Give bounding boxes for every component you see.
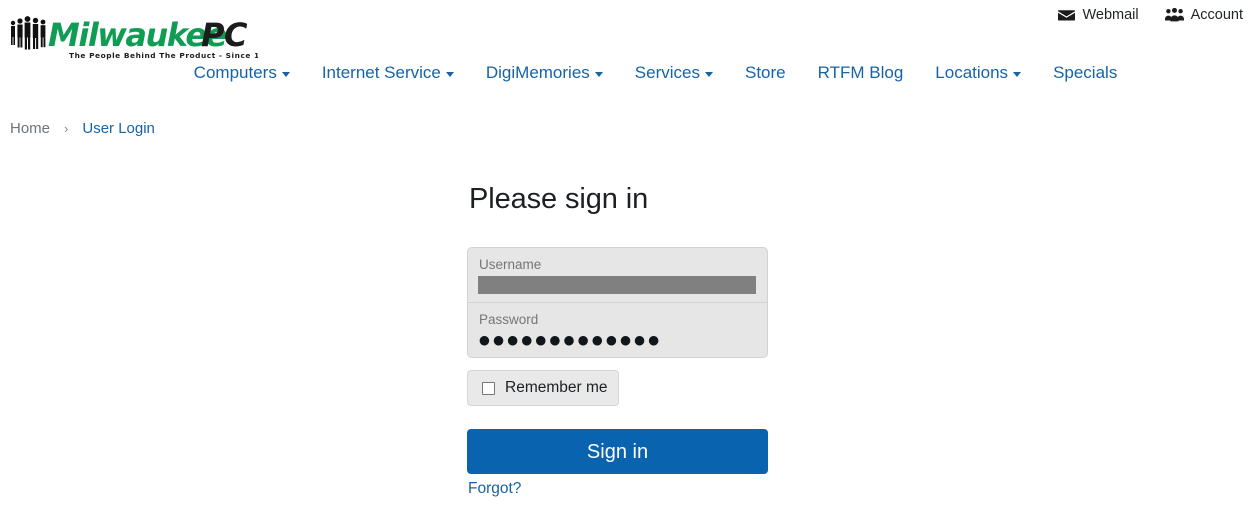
- page-title: Please sign in: [469, 183, 649, 215]
- account-label: Account: [1190, 7, 1243, 23]
- remember-me-toggle[interactable]: Remember me: [467, 370, 619, 406]
- signin-form: Please sign in Username Password ●●●●●●●…: [467, 185, 768, 498]
- nav-label: DigiMemories: [485, 63, 590, 82]
- password-input[interactable]: ●●●●●●●●●●●●●: [479, 331, 756, 349]
- breadcrumb: Home › User Login: [10, 120, 155, 137]
- milwaukee-pc-logo-graphic: Milwaukee PC The People Behind The Produ…: [10, 16, 276, 60]
- breadcrumb-user-login[interactable]: User Login: [82, 120, 155, 137]
- nav-label: RTFM Blog: [817, 63, 904, 82]
- webmail-label: Webmail: [1082, 7, 1139, 23]
- site-logo[interactable]: Milwaukee PC The People Behind The Produ…: [8, 10, 276, 62]
- breadcrumb-home[interactable]: Home: [10, 120, 50, 137]
- envelope-icon: [1058, 9, 1076, 22]
- nav-label: Services: [634, 63, 700, 82]
- chevron-down-icon: [704, 72, 713, 77]
- username-input[interactable]: [478, 276, 756, 294]
- password-label: Password: [479, 312, 539, 327]
- utility-bar: Webmail Account: [1058, 8, 1243, 23]
- nav-label: Locations: [935, 63, 1009, 82]
- people-silhouettes-icon: [10, 16, 46, 50]
- nav-item-internet-service[interactable]: Internet Service: [306, 60, 470, 86]
- nav-item-locations[interactable]: Locations: [919, 60, 1037, 86]
- nav-item-store[interactable]: Store: [729, 60, 802, 86]
- username-field[interactable]: Username: [467, 247, 768, 303]
- nav-label: Internet Service: [321, 63, 441, 82]
- users-icon: [1164, 8, 1184, 22]
- remember-me-label: Remember me: [505, 379, 608, 397]
- svg-text:Milwaukee: Milwaukee: [48, 16, 227, 54]
- username-label: Username: [479, 257, 542, 272]
- account-link[interactable]: Account: [1164, 7, 1243, 23]
- chevron-down-icon: [594, 72, 603, 77]
- chevron-down-icon: [1013, 72, 1022, 77]
- forgot-password-link[interactable]: Forgot?: [468, 480, 521, 498]
- nav-label: Computers: [193, 63, 277, 82]
- nav-item-rtfm-blog[interactable]: RTFM Blog: [802, 60, 920, 86]
- nav-label: Store: [744, 63, 786, 82]
- breadcrumb-separator: ›: [64, 121, 69, 136]
- nav-item-specials[interactable]: Specials: [1037, 60, 1133, 86]
- nav-item-computers[interactable]: Computers: [178, 60, 306, 86]
- nav-item-digimemories[interactable]: DigiMemories: [470, 60, 619, 86]
- webmail-link[interactable]: Webmail: [1058, 7, 1139, 23]
- nav-item-services[interactable]: Services: [619, 60, 729, 86]
- primary-navigation: Computers Internet Service DigiMemories …: [0, 60, 1251, 86]
- logo-wordmark: Milwaukee PC: [48, 16, 248, 54]
- password-field[interactable]: Password ●●●●●●●●●●●●●: [467, 303, 768, 358]
- chevron-down-icon: [445, 72, 454, 77]
- svg-text:PC: PC: [201, 16, 248, 54]
- logo-tagline: The People Behind The Product - Since 19…: [69, 51, 258, 60]
- sign-in-button[interactable]: Sign in: [467, 429, 768, 474]
- credentials-group: Username Password ●●●●●●●●●●●●●: [467, 247, 768, 358]
- chevron-down-icon: [281, 72, 290, 77]
- remember-me-checkbox[interactable]: [482, 381, 495, 395]
- nav-label: Specials: [1053, 63, 1118, 82]
